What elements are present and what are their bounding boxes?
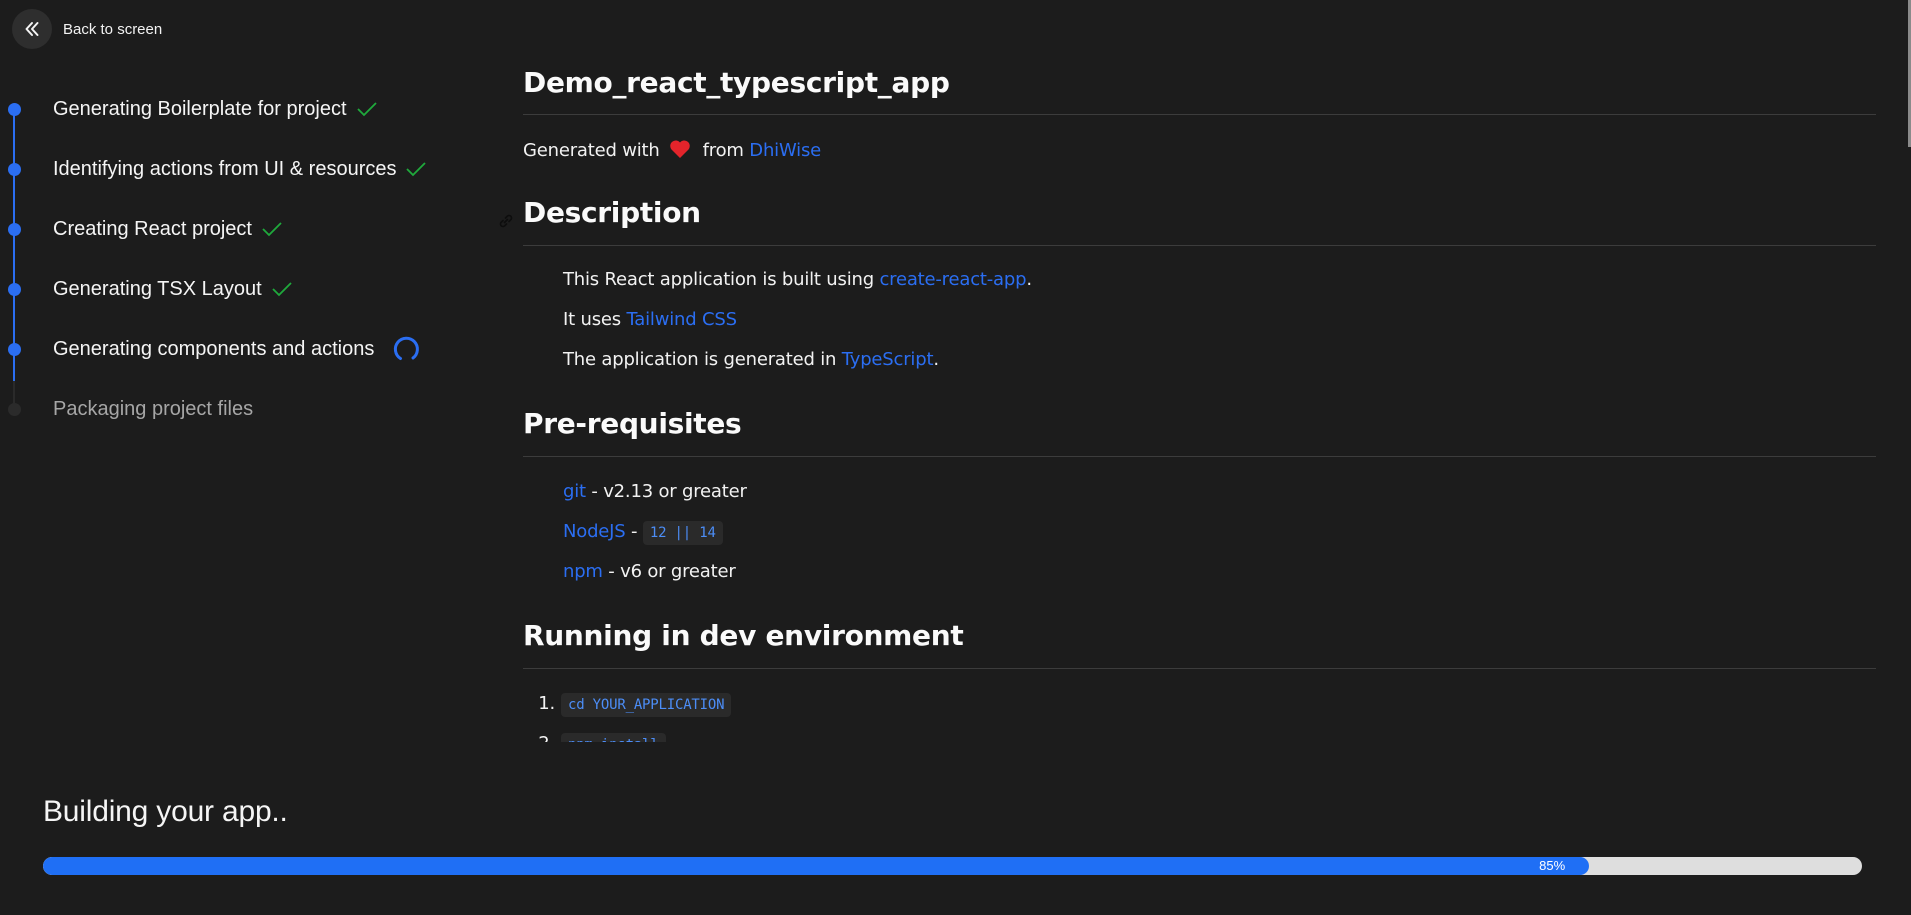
step-item: Identifying actions from UI & resources	[0, 154, 427, 184]
description-line: This React application is built using cr…	[563, 269, 1032, 290]
step-item: Generating Boilerplate for project	[0, 94, 378, 124]
description-text: This React application is built using	[563, 269, 880, 290]
step-item-in-progress: Generating components and actions	[0, 334, 420, 364]
readme-preview-panel[interactable]: Demo_react_typescript_app Generated with…	[490, 0, 1911, 742]
description-heading: Description	[499, 196, 701, 229]
description-line: It uses Tailwind CSS	[563, 309, 737, 330]
run-step-code: npm install	[561, 733, 666, 742]
nodejs-link[interactable]: NodeJS	[563, 521, 626, 542]
prerequisites-heading: Pre-requisites	[523, 407, 742, 440]
step-label: Generating Boilerplate for project	[53, 97, 347, 120]
run-step-item: 2. npm install	[535, 733, 666, 742]
run-step-code: cd YOUR_APPLICATION	[561, 693, 732, 717]
step-number: 1.	[538, 693, 555, 714]
step-dot	[8, 103, 21, 116]
description-text: The application is generated in	[563, 349, 842, 370]
step-dot	[8, 163, 21, 176]
step-label: Identifying actions from UI & resources	[53, 157, 397, 180]
checkmark-icon	[271, 281, 293, 297]
prerequisite-item: NodeJS - 12 || 14	[563, 521, 723, 545]
generated-middle: from	[702, 140, 744, 161]
description-line: The application is generated in TypeScri…	[563, 349, 939, 370]
step-label: Generating TSX Layout	[53, 277, 262, 300]
generated-prefix: Generated with	[523, 140, 660, 161]
build-progress-bar: 85%	[43, 857, 1862, 875]
typescript-link[interactable]: TypeScript	[842, 349, 934, 370]
step-label: Generating components and actions	[53, 337, 375, 360]
step-item-pending: Packaging project files	[0, 394, 253, 424]
description-suffix: .	[933, 349, 939, 370]
heading-divider	[523, 456, 1876, 457]
step-label: Packaging project files	[53, 397, 254, 420]
git-link[interactable]: git	[563, 481, 586, 502]
step-item: Creating React project	[0, 214, 283, 244]
build-progress-label: 85%	[1539, 858, 1566, 873]
generated-with-line: Generated with from DhiWise	[523, 139, 821, 164]
step-dot	[8, 283, 21, 296]
prerequisite-text: -	[625, 521, 643, 542]
tailwind-css-link[interactable]: Tailwind CSS	[626, 309, 737, 330]
step-dot	[8, 403, 21, 416]
loading-spinner-icon	[392, 335, 420, 363]
checkmark-icon	[405, 161, 427, 177]
prerequisite-item: npm - v6 or greater	[563, 561, 736, 582]
readme-title: Demo_react_typescript_app	[523, 66, 950, 99]
run-step-item: 1. cd YOUR_APPLICATION	[535, 693, 732, 717]
step-dot	[8, 223, 21, 236]
heading-divider	[523, 245, 1876, 246]
prerequisite-text: - v2.13 or greater	[585, 481, 747, 502]
checkmark-icon	[356, 101, 378, 117]
step-item: Generating TSX Layout	[0, 274, 293, 304]
link-anchor-icon[interactable]	[497, 204, 515, 237]
step-label: Creating React project	[53, 217, 252, 240]
dhiwise-link[interactable]: DhiWise	[749, 140, 821, 161]
build-progress-fill: 85%	[43, 857, 1590, 875]
node-version-code: 12 || 14	[642, 521, 723, 545]
heading-divider	[523, 668, 1876, 669]
create-react-app-link[interactable]: create-react-app	[879, 269, 1026, 290]
npm-link[interactable]: npm	[563, 561, 603, 582]
description-heading-text: Description	[523, 196, 701, 229]
heart-icon	[669, 139, 691, 164]
checkmark-icon	[261, 221, 283, 237]
prerequisite-item: git - v2.13 or greater	[563, 481, 747, 502]
heading-divider	[523, 114, 1876, 115]
prerequisite-text: - v6 or greater	[602, 561, 736, 582]
step-number: 2.	[535, 733, 555, 742]
progress-steps-timeline: Generating Boilerplate for project Ident…	[0, 0, 490, 760]
step-dot	[8, 343, 21, 356]
description-text: It uses	[563, 309, 627, 330]
description-suffix: .	[1026, 269, 1032, 290]
running-dev-heading: Running in dev environment	[523, 619, 964, 652]
build-status-title: Building your app..	[43, 795, 288, 828]
